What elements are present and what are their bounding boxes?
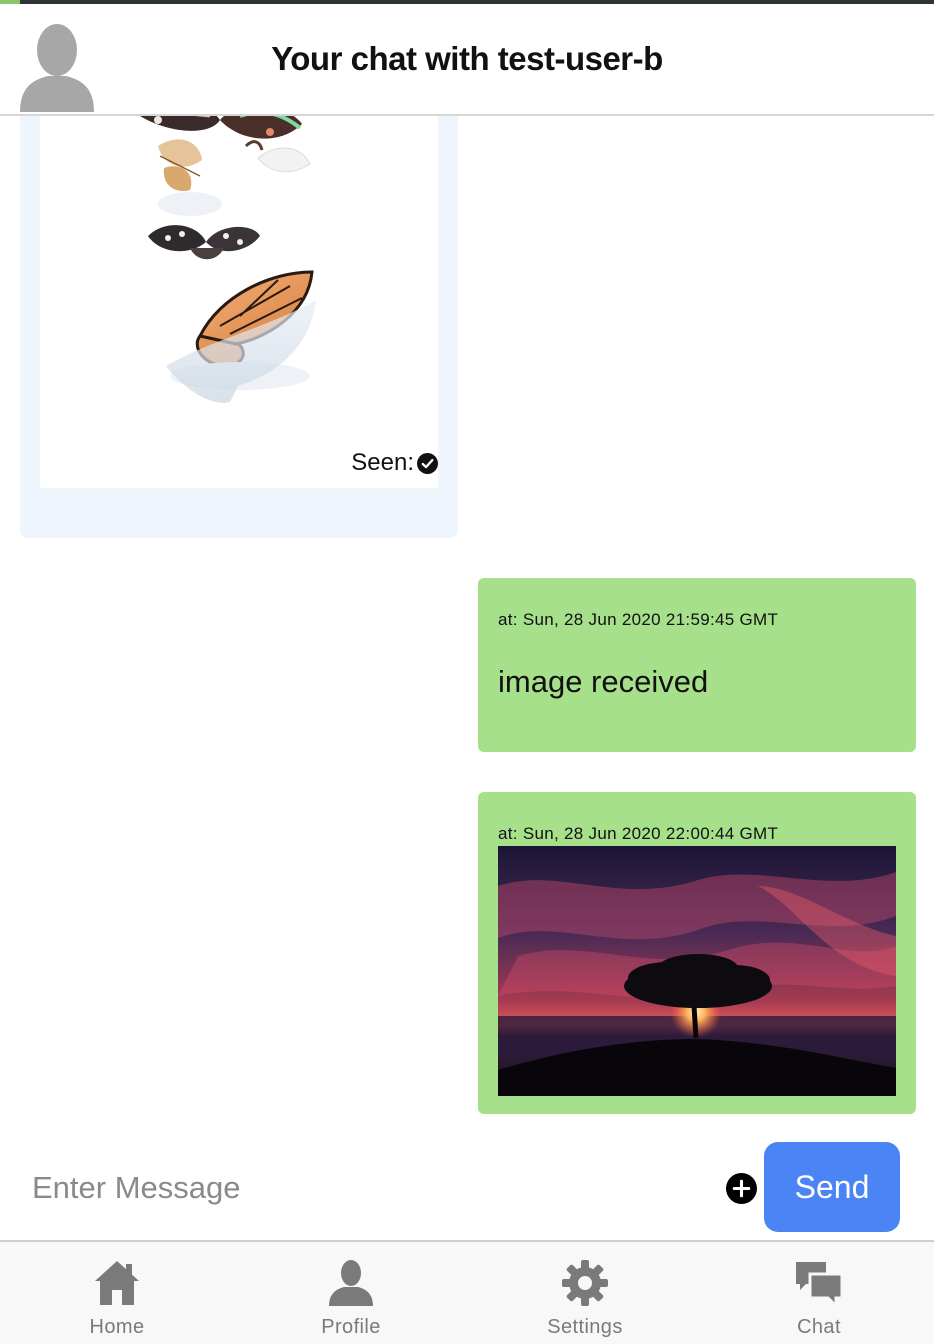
nav-label: Chat	[797, 1316, 841, 1338]
chat-bubbles-icon	[796, 1262, 844, 1308]
butterflies-image[interactable]	[40, 116, 438, 488]
chat-screen: Your chat with test-user-b Seen: at: Sun…	[0, 0, 934, 1344]
home-icon	[95, 1261, 139, 1305]
seen-label: Seen:	[351, 449, 414, 476]
message-timestamp: at: Sun, 28 Jun 2020 22:00:44 GMT	[498, 824, 779, 843]
nav-item-settings[interactable]: Settings	[505, 1242, 665, 1344]
sunset-tree-image[interactable]	[498, 846, 896, 1096]
seen-indicator: Seen:	[351, 448, 438, 478]
nav-label: Settings	[547, 1316, 623, 1338]
outgoing-message-bubble: at: Sun, 28 Jun 2020 22:00:44 GMT	[478, 792, 916, 1114]
message-timestamp: at: Sun, 28 Jun 2020 21:59:45 GMT	[498, 610, 779, 629]
plus-circle-icon[interactable]	[726, 1173, 757, 1204]
sunset-tree-illustration	[498, 846, 896, 1096]
incoming-message-bubble: Seen:	[20, 116, 458, 538]
message-input[interactable]	[20, 1158, 724, 1218]
message-composer: Send	[0, 1130, 934, 1242]
check-circle-icon	[417, 452, 438, 474]
nav-label: Home	[89, 1316, 145, 1338]
nav-item-chat[interactable]: Chat	[739, 1242, 899, 1344]
profile-icon	[329, 1260, 373, 1306]
chat-header: Your chat with test-user-b	[0, 4, 934, 116]
bottom-navigation: Home Profile Settings Chat	[0, 1242, 934, 1344]
butterflies-illustration	[140, 116, 316, 403]
gear-icon	[562, 1260, 608, 1306]
page-title: Your chat with test-user-b	[271, 40, 663, 77]
message-list[interactable]: Seen: at: Sun, 28 Jun 2020 21:59:45 GMT …	[0, 116, 934, 1126]
nav-label: Profile	[321, 1316, 381, 1338]
message-text: image received	[498, 664, 709, 699]
nav-item-home[interactable]: Home	[37, 1242, 197, 1344]
nav-item-profile[interactable]: Profile	[271, 1242, 431, 1344]
send-button[interactable]: Send	[764, 1142, 900, 1232]
outgoing-message-bubble: at: Sun, 28 Jun 2020 21:59:45 GMT image …	[478, 578, 916, 752]
